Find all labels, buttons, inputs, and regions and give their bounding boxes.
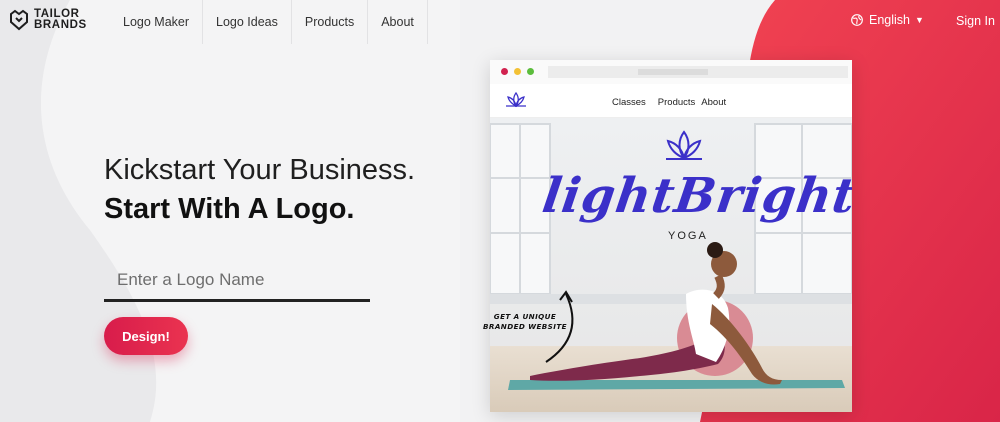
sign-in-link[interactable]: Sign In xyxy=(956,14,995,28)
mock-link-products: Products xyxy=(657,97,696,108)
lotus-icon xyxy=(506,91,526,108)
mock-address-bar xyxy=(548,66,848,78)
globe-icon xyxy=(851,14,863,26)
close-dot-icon xyxy=(501,68,508,75)
top-navbar: TAILOR BRANDS Logo Maker Logo Ideas Prod… xyxy=(0,0,1000,44)
mock-brand-wordmark: lightBright xyxy=(539,168,852,224)
language-label: English xyxy=(869,13,910,27)
callout-line-1: GET A UNIQUE xyxy=(493,312,557,321)
mock-link-classes: Classes xyxy=(612,97,646,108)
minimize-dot-icon xyxy=(514,68,521,75)
mock-brand-subtitle: YOGA xyxy=(668,230,708,242)
brand-logo[interactable]: TAILOR BRANDS xyxy=(8,8,87,31)
logo-name-input[interactable] xyxy=(104,266,370,302)
nav-links: Logo Maker Logo Ideas Products About xyxy=(110,0,428,44)
language-selector[interactable]: English ▼ xyxy=(851,13,924,27)
brand-name: TAILOR BRANDS xyxy=(34,8,87,31)
chevron-down-icon: ▼ xyxy=(915,15,924,25)
nav-link-logo-maker[interactable]: Logo Maker xyxy=(110,0,204,44)
brand-line-2: BRANDS xyxy=(34,19,87,31)
callout-note: GET A UNIQUE BRANDED WEBSITE xyxy=(470,312,580,332)
nav-link-about[interactable]: About xyxy=(368,0,428,44)
nav-link-logo-ideas[interactable]: Logo Ideas xyxy=(203,0,292,44)
website-mockup: Classes Products About lightBright YOGA xyxy=(490,60,852,412)
mock-site-nav: Classes Products About xyxy=(490,84,852,118)
mock-nav-links: Classes Products About xyxy=(612,97,738,108)
lotus-icon xyxy=(666,130,702,160)
mock-link-about: About xyxy=(701,97,727,108)
callout-line-2: BRANDED WEBSITE xyxy=(483,322,567,331)
design-button[interactable]: Design! xyxy=(104,317,188,355)
tailor-brands-logo-icon xyxy=(10,9,28,31)
hero-headline-line1: Kickstart Your Business. xyxy=(104,154,416,186)
hero-headline-line2: Start With A Logo. xyxy=(104,193,355,225)
maximize-dot-icon xyxy=(527,68,534,75)
mock-browser-bar xyxy=(490,60,852,84)
nav-link-products[interactable]: Products xyxy=(292,0,369,44)
